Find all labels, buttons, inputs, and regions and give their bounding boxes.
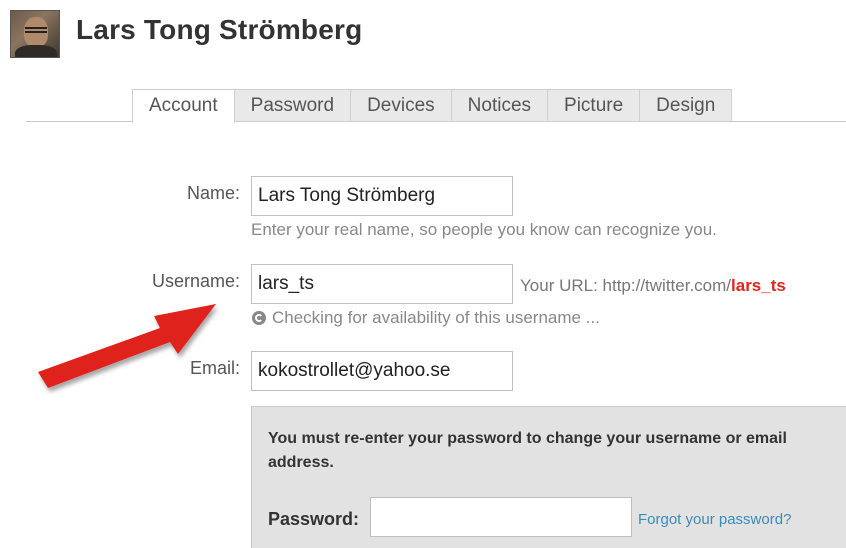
name-label: Name: xyxy=(186,183,240,203)
spinner-icon xyxy=(252,311,266,325)
availability-text: Checking for availability of this userna… xyxy=(272,308,600,327)
profile-url-prefix: Your URL: http://twitter.com/ xyxy=(520,276,732,295)
username-input[interactable] xyxy=(251,264,513,304)
password-label: Password: xyxy=(268,509,360,529)
tab-account[interactable]: Account xyxy=(132,89,235,123)
profile-name: Lars Tong Strömberg xyxy=(76,14,363,45)
tab-design[interactable]: Design xyxy=(640,89,733,122)
password-input[interactable] xyxy=(370,497,632,537)
tab-notices[interactable]: Notices xyxy=(451,89,549,122)
availability-status: Checking for availability of this userna… xyxy=(252,308,600,328)
avatar-shirt xyxy=(15,45,57,57)
username-label: Username: xyxy=(151,271,240,291)
email-input[interactable] xyxy=(251,351,513,391)
tab-password[interactable]: Password xyxy=(234,89,352,122)
tab-devices[interactable]: Devices xyxy=(351,89,452,122)
red-arrow-shape xyxy=(38,304,216,388)
forgot-password-link[interactable]: Forgot your password? xyxy=(638,511,791,528)
red-arrow-annotation xyxy=(38,304,216,388)
settings-tabs: Account Password Devices Notices Picture… xyxy=(132,89,733,123)
profile-url-username: lars_ts xyxy=(731,276,786,295)
tab-picture[interactable]: Picture xyxy=(548,89,641,122)
password-required-note: You must re-enter your password to chang… xyxy=(268,430,787,471)
password-confirm-panel: You must re-enter your password to chang… xyxy=(251,406,846,548)
avatar[interactable] xyxy=(10,10,60,58)
profile-url: Your URL: http://twitter.com/lars_ts xyxy=(520,276,786,296)
name-hint: Enter your real name, so people you know… xyxy=(251,220,717,239)
name-input[interactable] xyxy=(251,176,513,216)
avatar-glasses xyxy=(25,27,47,33)
